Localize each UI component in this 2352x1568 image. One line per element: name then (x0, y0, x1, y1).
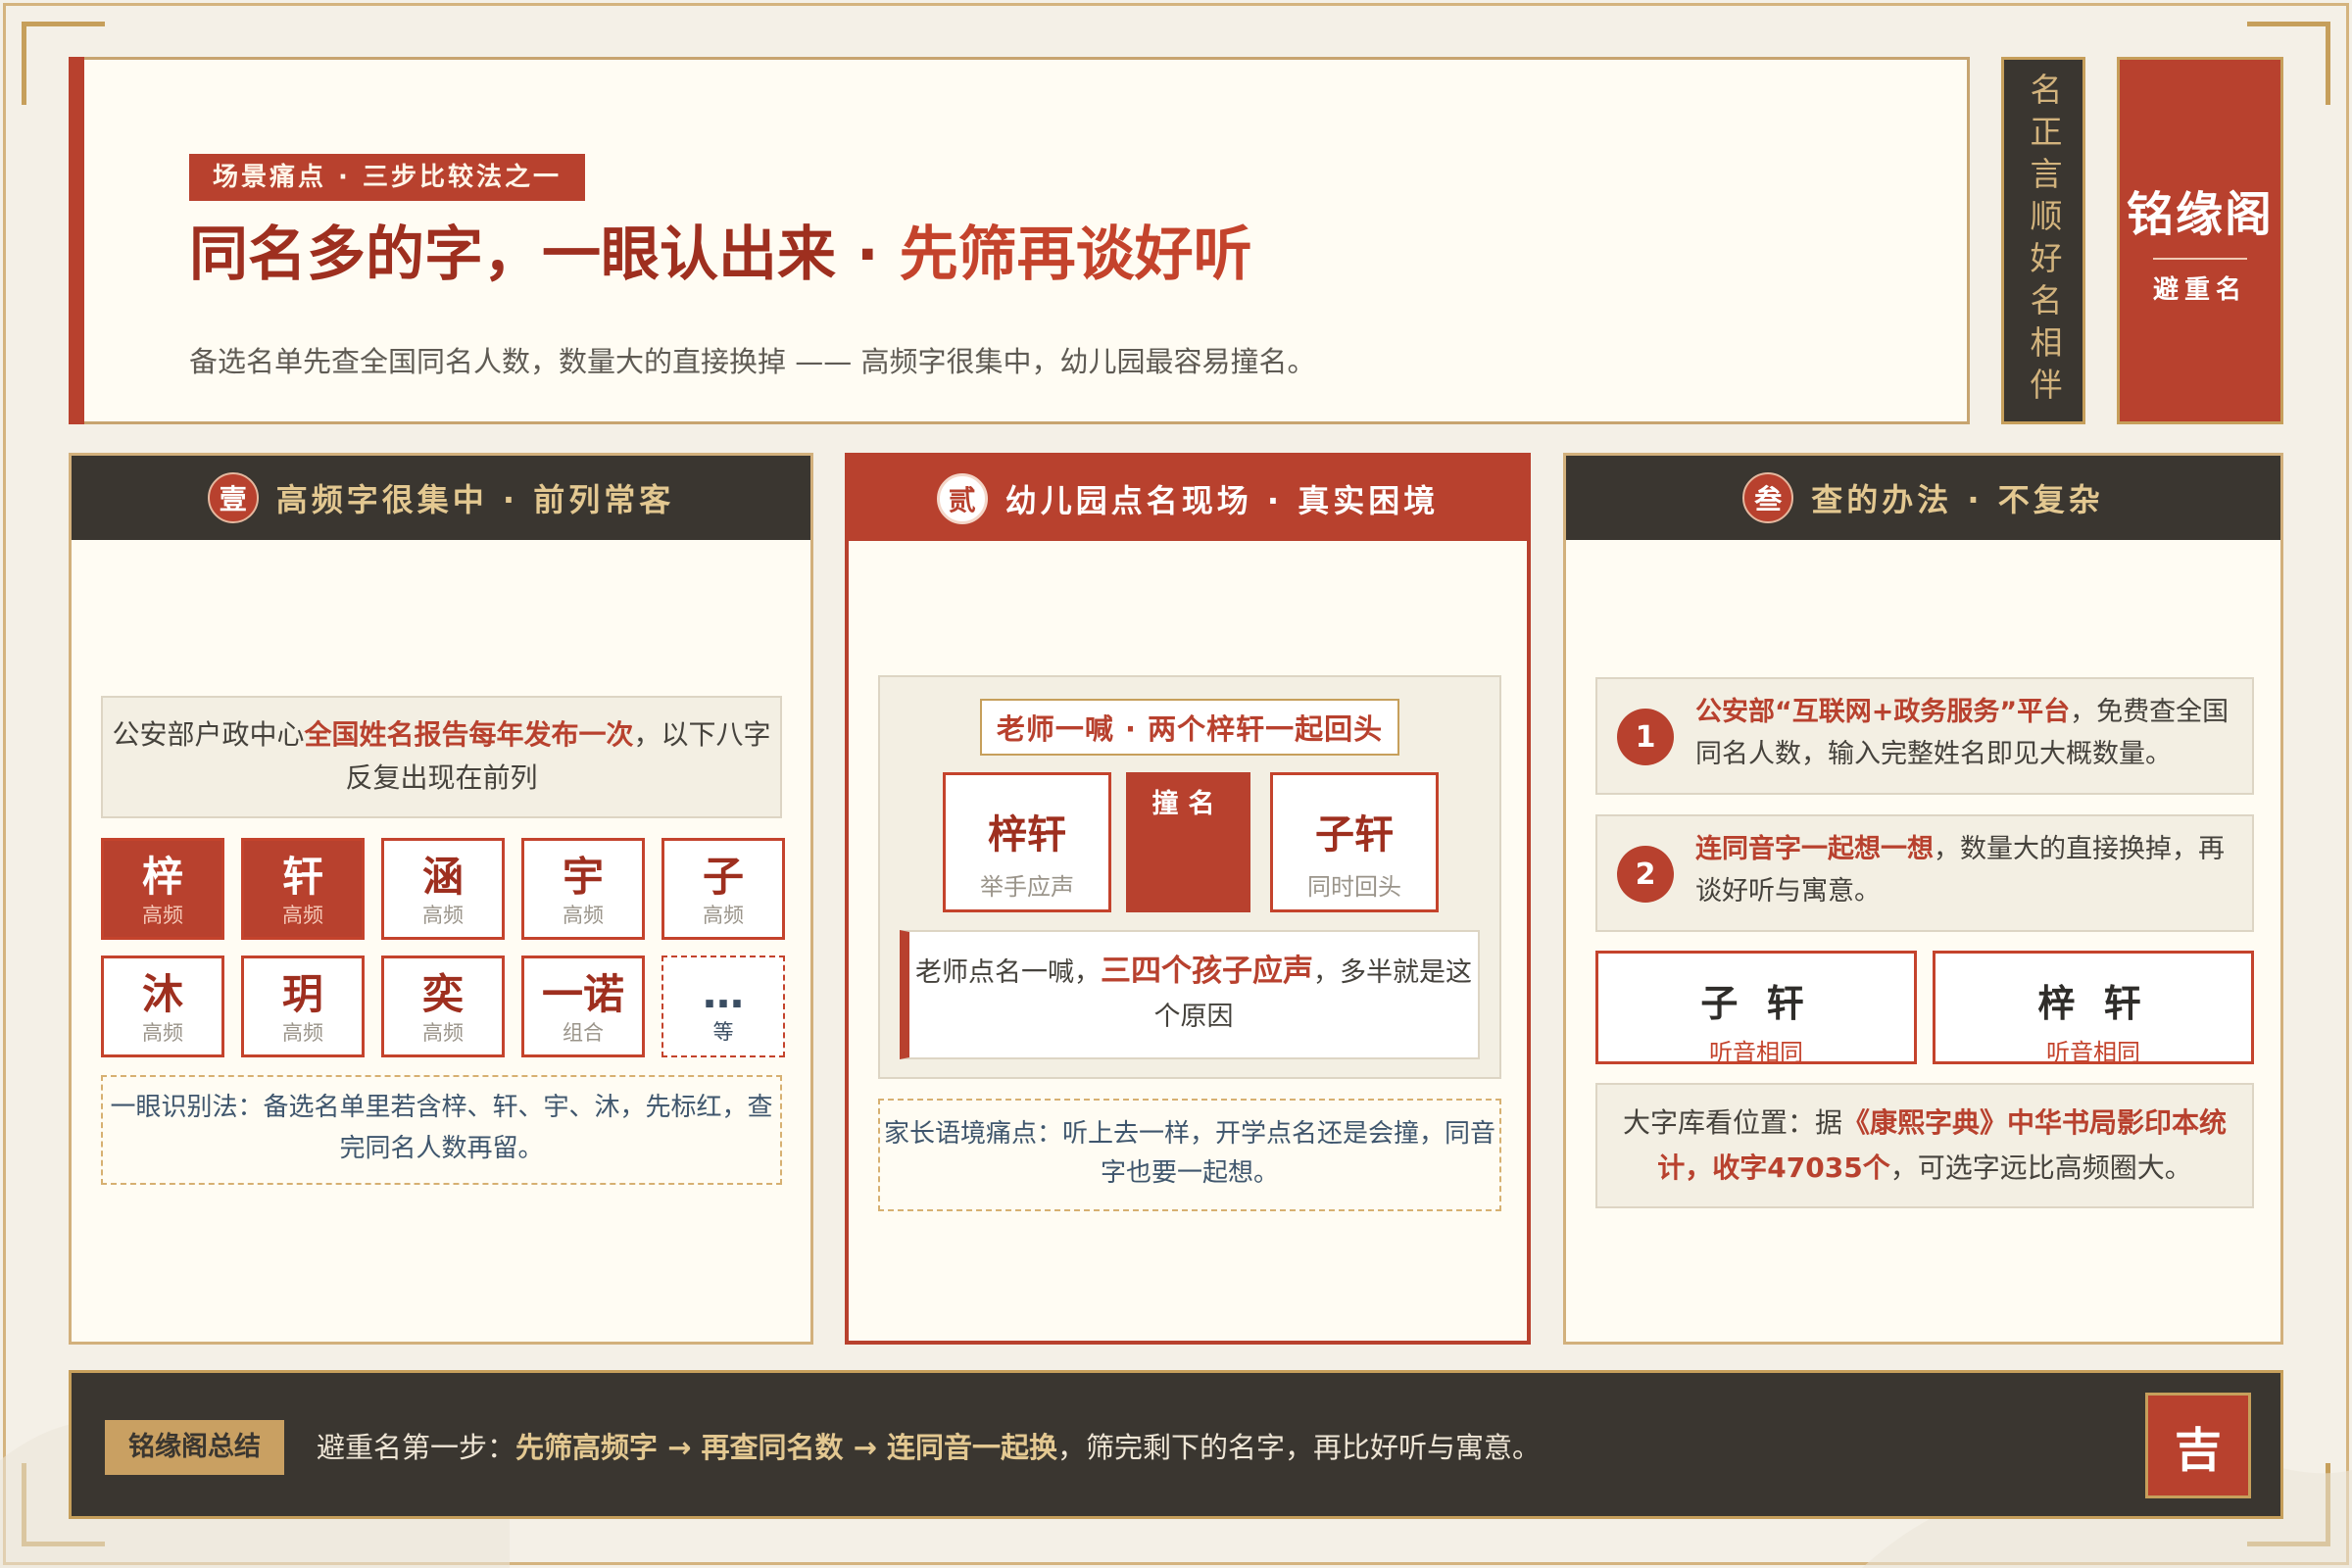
step-text: 公安部“互联网+政务服务”平台，免费查全国同名人数，输入完整姓名即见大概数量。 (1695, 691, 2236, 775)
char-chip: 梓高频 (101, 838, 224, 940)
name-note: 举手应声 (980, 873, 1074, 901)
step-number: 1 (1617, 709, 1674, 765)
homophone-name: 子 轩 (1700, 982, 1812, 1025)
panel-kindergarten: 贰 幼儿园点名现场 · 真实困境 老师一喊 · 两个梓轩一起回头 梓轩 举手应声… (845, 453, 1531, 1345)
title-highlight: 先筛再谈好听 (899, 220, 1252, 289)
name-note: 同时回头 (1307, 873, 1401, 901)
dict-text: 大字库看位置：据 (1622, 1106, 1842, 1139)
parent-pain-note: 家长语境痛点：听上去一样，开学点名还是会撞，同音字也要一起想。 (878, 1099, 1501, 1211)
homophone-name: 梓 轩 (2037, 982, 2149, 1025)
panel3-header: 叁 查的办法 · 不复杂 (1566, 456, 2280, 540)
step-1: 1 公安部“互联网+政务服务”平台，免费查全国同名人数，输入完整姓名即见大概数量… (1595, 677, 2254, 795)
chip-char: 一诺 (541, 970, 624, 1018)
chip-label: 高频 (703, 904, 744, 927)
chip-label: 高频 (282, 1021, 323, 1045)
scene-title: 老师一喊 · 两个梓轩一起回头 (980, 699, 1399, 756)
char-chip: 沐高频 (101, 956, 224, 1057)
dictionary-note: 大字库看位置：据《康熙字典》中华书局影印本统计，收字47035个，可选字远比高频… (1595, 1083, 2254, 1208)
header-card: 场景痛点 · 三步比较法之一 同名多的字，一眼认出来 · 先筛再谈好听 备选名单… (69, 57, 1970, 424)
roll-call-callout: 老师点名一喊，三四个孩子应声，多半就是这个原因 (900, 930, 1480, 1059)
chip-char: 玥 (281, 970, 323, 1018)
homophone-box-2: 梓 轩 听音相同 (1933, 951, 2254, 1066)
chip-char: 涵 (421, 853, 464, 901)
char-chip: 奕高频 (381, 956, 505, 1057)
page-subtitle: 备选名单先查全国同名人数，数量大的直接换掉 —— 高频字很集中，幼儿园最容易撞名… (189, 345, 1316, 378)
intro-text: 公安部户政中心 (112, 718, 305, 751)
chip-label: 高频 (282, 904, 323, 927)
header-accent-bar (69, 57, 84, 424)
page-title: 同名多的字，一眼认出来 · 先筛再谈好听 (189, 217, 1252, 293)
intro-highlight: 全国姓名报告每年发布一次 (304, 718, 634, 751)
step-highlight: 公安部“互联网+政务服务”平台 (1695, 697, 2071, 727)
panel-high-frequency: 壹 高频字很集中 · 前列常客 公安部户政中心全国姓名报告每年发布一次，以下八字… (69, 453, 813, 1345)
panel2-number-badge: 贰 (936, 473, 988, 524)
step-2: 2 连同音字一起想一想，数量大的直接换掉，再谈好听与寓意。 (1595, 814, 2254, 932)
panel-how-to-check: 叁 查的办法 · 不复杂 1 公安部“互联网+政务服务”平台，免费查全国同名人数… (1563, 453, 2283, 1345)
char-chip: 宇高频 (521, 838, 645, 940)
char-chip: 子高频 (662, 838, 785, 940)
callout-highlight: 三四个孩子应声 (1101, 954, 1313, 989)
summary-highlight: 先筛高频字 → 再查同名数 → 连同音一起换 (515, 1431, 1057, 1464)
chip-label: 高频 (422, 904, 464, 927)
chip-char: 宇 (562, 853, 604, 901)
vertical-motto: 名正言顺好名相伴 (2001, 57, 2085, 424)
step-number: 2 (1617, 846, 1674, 903)
char-chip: 轩高频 (241, 838, 365, 940)
brand-name: 铭缘阁 (2126, 187, 2274, 242)
name-box-zixuan-b: 子轩 同时回头 (1270, 772, 1439, 912)
summary-footer: 铭缘阁总结 避重名第一步：先筛高频字 → 再查同名数 → 连同音一起换，筛完剩下… (69, 1370, 2283, 1519)
char-chip: 涵高频 (381, 838, 505, 940)
homophone-box-1: 子 轩 听音相同 (1595, 951, 1917, 1066)
chip-label: 组合 (563, 1021, 604, 1045)
chip-char: 梓 (141, 853, 183, 901)
dict-text-end: ，可选字远比高频圈大。 (1889, 1152, 2192, 1184)
chip-char: 子 (702, 853, 744, 901)
scene-tag: 场景痛点 · 三步比较法之一 (189, 154, 585, 201)
homophone-note: 听音相同 (1709, 1039, 1803, 1066)
chip-label: 高频 (422, 1021, 464, 1045)
brand-subtitle: 避重名 (2152, 275, 2247, 305)
panel1-intro: 公安部户政中心全国姓名报告每年发布一次，以下八字反复出现在前列 (101, 696, 782, 818)
roll-call-scene: 老师一喊 · 两个梓轩一起回头 梓轩 举手应声 撞名 子轩 同时回头 老师点名一… (878, 675, 1501, 1079)
summary-tail: ，筛完剩下的名字，再比好听与寓意。 (1057, 1431, 1542, 1464)
panel1-title: 高频字很集中 · 前列常客 (275, 481, 675, 518)
step-highlight: 连同音字一起想一想 (1695, 834, 1934, 864)
step-text: 连同音字一起想一想，数量大的直接换掉，再谈好听与寓意。 (1695, 828, 2236, 912)
summary-label: 铭缘阁总结 (105, 1420, 284, 1475)
chip-char: 沐 (141, 970, 183, 1018)
callout-text: 老师点名一喊， (915, 957, 1101, 988)
char-chip: 玥高频 (241, 956, 365, 1057)
summary-lead: 避重名第一步： (317, 1431, 516, 1464)
name-box-zixuan-a: 梓轩 举手应声 (943, 772, 1111, 912)
panel2-title: 幼儿园点名现场 · 真实困境 (1004, 482, 1440, 519)
chip-label: 高频 (142, 1021, 183, 1045)
name-text: 梓轩 (988, 812, 1066, 858)
char-chip-more: … 等 (662, 956, 785, 1057)
collision-label: 撞名 (1126, 772, 1250, 912)
panel3-number-badge: 叁 (1742, 472, 1794, 523)
brand-seal: 铭缘阁 避重名 (2117, 57, 2283, 424)
chip-char: 轩 (281, 853, 323, 901)
char-chip: 一诺 组合 (521, 956, 645, 1057)
name-text: 子轩 (1315, 812, 1394, 858)
chip-label: 等 (712, 1020, 734, 1044)
homophone-note: 听音相同 (2046, 1039, 2140, 1066)
lucky-seal: 吉 (2145, 1393, 2251, 1498)
chip-label: 高频 (563, 904, 604, 927)
summary-text: 避重名第一步：先筛高频字 → 再查同名数 → 连同音一起换，筛完剩下的名字，再比… (317, 1424, 1541, 1471)
chip-char: … (703, 969, 744, 1017)
brand-divider (2153, 258, 2247, 260)
chip-label: 高频 (142, 904, 183, 927)
panel1-header: 壹 高频字很集中 · 前列常客 (72, 456, 810, 540)
panel1-tip: 一眼识别法：备选名单里若含梓、轩、宇、沐，先标红，查完同名人数再留。 (101, 1075, 782, 1185)
panel3-title: 查的办法 · 不复杂 (1811, 481, 2104, 518)
title-main: 同名多的字，一眼认出来 · (189, 220, 900, 289)
chip-char: 奕 (421, 970, 464, 1018)
panel2-header: 贰 幼儿园点名现场 · 真实困境 (849, 457, 1527, 541)
panel1-number-badge: 壹 (207, 472, 259, 523)
